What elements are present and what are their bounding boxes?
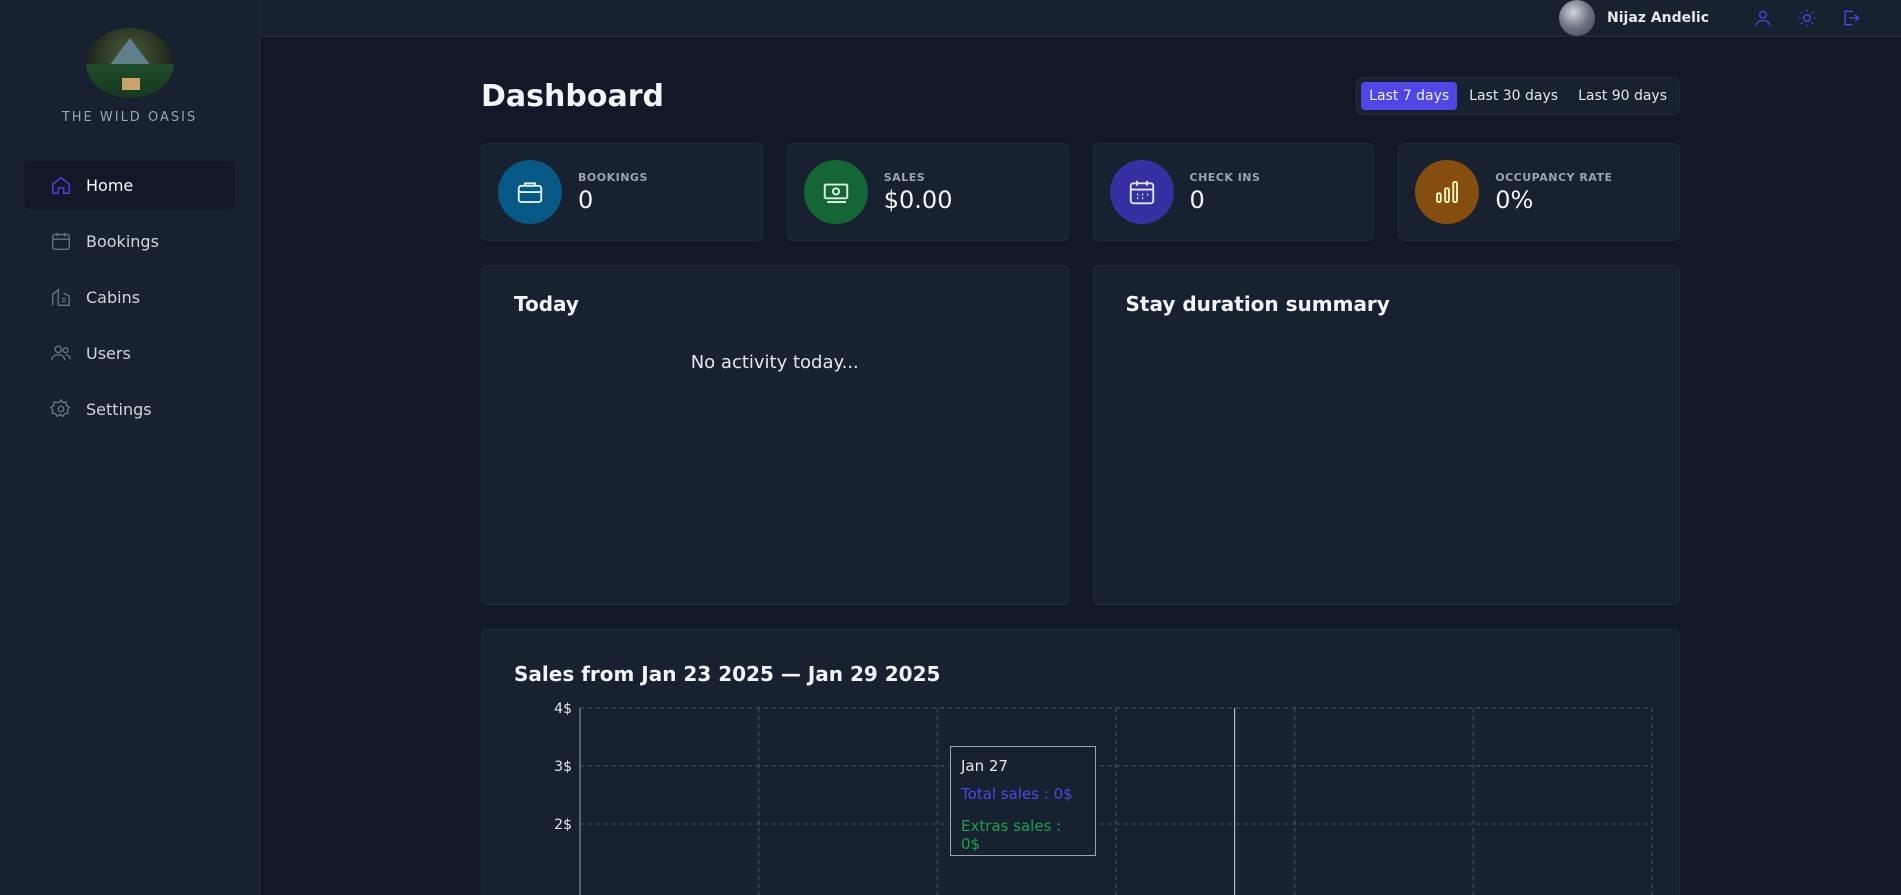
theme-toggle-button[interactable] bbox=[1793, 4, 1821, 32]
sun-icon bbox=[1798, 9, 1816, 27]
stat-label: BOOKINGS bbox=[578, 170, 648, 184]
app-root: THE WILD OASIS Home Bookings Cabins User… bbox=[0, 0, 1901, 895]
account-button[interactable] bbox=[1749, 4, 1777, 32]
calendar-days-icon bbox=[1129, 180, 1154, 205]
logo-image bbox=[85, 28, 174, 98]
stat-value: $0.00 bbox=[883, 185, 953, 214]
stat-label: SALES bbox=[883, 170, 926, 184]
sidebar-item-cabins[interactable]: Cabins bbox=[24, 273, 235, 321]
sales-title: Sales from Jan 23 2025 — Jan 29 2025 bbox=[514, 662, 941, 686]
sidebar-item-label: Home bbox=[86, 175, 134, 195]
main-area: Nijaz Andelic Dashboard Last 7 days Last… bbox=[260, 0, 1901, 895]
y-tick-label: 4$ bbox=[554, 701, 572, 717]
logo-wrap: THE WILD OASIS bbox=[0, 28, 259, 125]
stay-duration-panel: Stay duration summary bbox=[1092, 265, 1680, 605]
calendar-icon bbox=[52, 232, 70, 250]
stat-sales: SALES $0.00 bbox=[786, 143, 1069, 241]
user-info: Nijaz Andelic bbox=[1559, 0, 1709, 36]
stats-row: BOOKINGS 0 SALES $0.00 CHECK INS 0 OCCUP… bbox=[481, 143, 1680, 241]
logo-cabin bbox=[121, 78, 140, 90]
briefcase-icon bbox=[517, 182, 543, 203]
main-nav: Home Bookings Cabins Users Settings bbox=[0, 161, 259, 433]
tooltip-total-sales: Total sales : 0$ bbox=[961, 785, 1073, 803]
top-bar: Nijaz Andelic bbox=[260, 0, 1901, 37]
y-tick-label: 2$ bbox=[554, 817, 572, 833]
chart-tooltip: Jan 27 Total sales : 0$ Extras sales : 0… bbox=[950, 746, 1096, 856]
stat-text: CHECK INS 0 bbox=[1190, 171, 1261, 214]
panels-row: Today No activity today... Stay duration… bbox=[481, 265, 1680, 605]
sidebar-item-label: Cabins bbox=[86, 287, 141, 307]
filter-last-7-days[interactable]: Last 7 days bbox=[1361, 82, 1458, 110]
avatar bbox=[1559, 0, 1595, 36]
stat-text: BOOKINGS 0 bbox=[578, 171, 648, 214]
stat-icon-circle bbox=[1109, 160, 1174, 224]
y-tick-label: 3$ bbox=[554, 759, 572, 775]
stat-icon-circle bbox=[1415, 160, 1480, 224]
stay-duration-title: Stay duration summary bbox=[1125, 292, 1390, 316]
stat-icon-circle bbox=[803, 160, 868, 224]
stat-occupancy-rate: OCCUPANCY RATE 0% bbox=[1398, 143, 1680, 241]
sidebar-item-users[interactable]: Users bbox=[24, 329, 235, 377]
stat-value: 0% bbox=[1495, 185, 1534, 214]
stat-value: 0 bbox=[578, 185, 594, 214]
logout-icon bbox=[1844, 10, 1860, 26]
cabin-icon bbox=[52, 288, 70, 306]
filter-last-90-days[interactable]: Last 90 days bbox=[1570, 82, 1675, 110]
stat-label: OCCUPANCY RATE bbox=[1495, 170, 1613, 184]
stat-icon-circle bbox=[498, 160, 562, 224]
tooltip-extras-sales: Extras sales : 0$ bbox=[961, 817, 1062, 853]
stat-value: 0 bbox=[1189, 185, 1205, 214]
users-icon bbox=[51, 345, 71, 361]
stat-bookings: BOOKINGS 0 bbox=[481, 143, 763, 241]
page-title: Dashboard bbox=[481, 78, 664, 114]
sidebar-item-label: Bookings bbox=[86, 231, 159, 251]
home-icon bbox=[52, 176, 70, 194]
sidebar-item-bookings[interactable]: Bookings bbox=[24, 217, 235, 265]
chart-bar-icon bbox=[1436, 181, 1459, 203]
logout-button[interactable] bbox=[1837, 4, 1865, 32]
stat-label: CHECK INS bbox=[1189, 170, 1261, 184]
stat-text: SALES $0.00 bbox=[884, 171, 953, 214]
sales-chart-panel: Sales from Jan 23 2025 — Jan 29 2025 4$ 3… bbox=[481, 629, 1680, 895]
dashboard-content: Dashboard Last 7 days Last 30 days Last … bbox=[260, 37, 1680, 895]
today-title: Today bbox=[514, 292, 579, 316]
no-activity-message: No activity today... bbox=[690, 352, 859, 373]
banknotes-icon bbox=[823, 183, 848, 203]
date-filter: Last 7 days Last 30 days Last 90 days bbox=[1356, 77, 1680, 115]
filter-last-30-days[interactable]: Last 30 days bbox=[1461, 82, 1566, 110]
heading-row: Dashboard Last 7 days Last 30 days Last … bbox=[481, 77, 1680, 115]
sidebar-item-label: Settings bbox=[86, 399, 152, 419]
sidebar-item-label: Users bbox=[86, 343, 131, 363]
user-name: Nijaz Andelic bbox=[1607, 10, 1709, 26]
sidebar: THE WILD OASIS Home Bookings Cabins User… bbox=[0, 0, 260, 895]
sidebar-item-home[interactable]: Home bbox=[24, 161, 235, 209]
gear-icon bbox=[50, 398, 71, 418]
today-panel: Today No activity today... bbox=[481, 265, 1069, 605]
stat-check-ins: CHECK INS 0 bbox=[1092, 143, 1375, 241]
tooltip-date: Jan 27 bbox=[961, 757, 1008, 775]
stat-text: OCCUPANCY RATE 0% bbox=[1495, 171, 1612, 214]
sidebar-item-settings[interactable]: Settings bbox=[24, 385, 235, 433]
brand-name: THE WILD OASIS bbox=[61, 110, 198, 125]
user-icon bbox=[1755, 10, 1771, 26]
